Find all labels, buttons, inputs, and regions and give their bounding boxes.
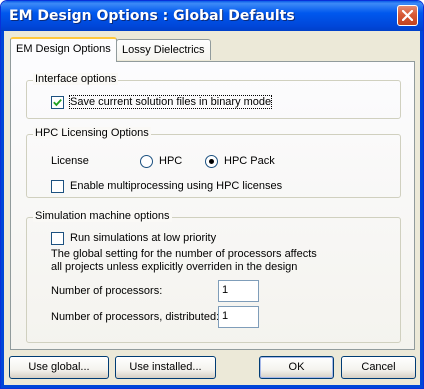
tab-label: EM Design Options bbox=[16, 43, 111, 55]
window-frame-right bbox=[420, 31, 423, 388]
processors-input[interactable]: 1 bbox=[218, 280, 259, 302]
use-installed-button[interactable]: Use installed... bbox=[115, 356, 216, 379]
hpc-radio-label[interactable]: HPC bbox=[159, 155, 182, 167]
use-global-button[interactable]: Use global... bbox=[9, 356, 109, 379]
interface-options-legend: Interface options bbox=[33, 73, 119, 85]
hpc-licensing-legend: HPC Licensing Options bbox=[33, 127, 151, 139]
processors-distributed-input[interactable]: 1 bbox=[218, 306, 259, 328]
multiprocessing-checkbox[interactable] bbox=[51, 180, 64, 193]
license-label: License bbox=[51, 155, 89, 167]
cancel-button[interactable]: Cancel bbox=[341, 356, 416, 379]
window-title: EM Design Options : Global Defaults bbox=[9, 8, 295, 24]
hpc-licensing-group: HPC Licensing Options License HPC HPC Pa… bbox=[26, 127, 401, 198]
window-frame-bottom bbox=[1, 385, 423, 388]
save-binary-checkbox[interactable] bbox=[51, 96, 64, 109]
processor-note-line-1: The global setting for the number of pro… bbox=[51, 248, 317, 260]
ok-button[interactable]: OK bbox=[259, 356, 334, 379]
close-icon bbox=[402, 10, 413, 21]
processors-label: Number of processors: bbox=[51, 285, 163, 297]
simulation-machine-legend: Simulation machine options bbox=[33, 210, 172, 222]
window-frame-left bbox=[1, 31, 4, 388]
tab-label: Lossy Dielectrics bbox=[122, 44, 205, 56]
hpc-radio[interactable] bbox=[140, 155, 153, 168]
dialog-window: EM Design Options : Global Defaults EM D… bbox=[0, 0, 424, 389]
tab-em-design-options[interactable]: EM Design Options bbox=[10, 37, 117, 62]
tab-panel: Interface options Save current solution … bbox=[10, 61, 415, 350]
save-binary-label[interactable]: Save current solution files in binary mo… bbox=[68, 95, 273, 109]
processor-note-line-2: all projects unless explicitly overriden… bbox=[51, 261, 298, 273]
close-button[interactable] bbox=[397, 5, 418, 26]
multiprocessing-label[interactable]: Enable multiprocessing using HPC license… bbox=[70, 180, 282, 192]
title-bar[interactable]: EM Design Options : Global Defaults bbox=[1, 1, 423, 31]
tab-lossy-dielectrics[interactable]: Lossy Dielectrics bbox=[116, 39, 211, 60]
hpc-pack-radio[interactable] bbox=[205, 155, 218, 168]
hpc-pack-radio-label[interactable]: HPC Pack bbox=[224, 155, 275, 167]
low-priority-checkbox[interactable] bbox=[51, 232, 64, 245]
checkmark-icon bbox=[53, 98, 62, 107]
radio-selected-dot bbox=[209, 159, 214, 164]
low-priority-label[interactable]: Run simulations at low priority bbox=[70, 232, 216, 244]
simulation-machine-group: Simulation machine options Run simulatio… bbox=[26, 210, 401, 343]
processors-distributed-label: Number of processors, distributed: bbox=[51, 311, 220, 323]
interface-options-group: Interface options Save current solution … bbox=[26, 73, 401, 119]
